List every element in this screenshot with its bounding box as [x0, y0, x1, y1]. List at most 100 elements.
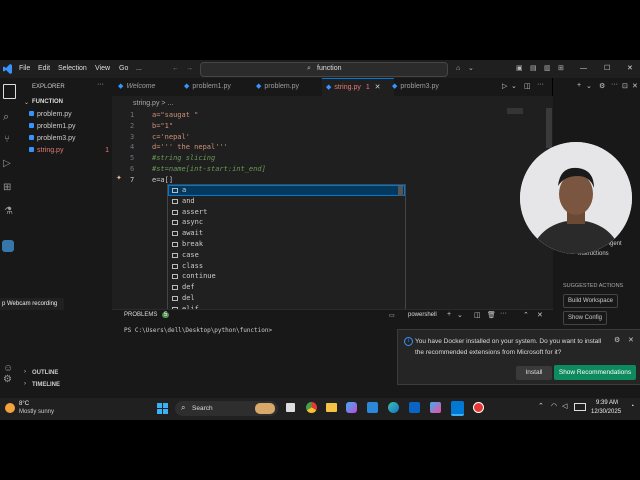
search-activity-icon[interactable]: ⌕	[3, 111, 9, 124]
copilot-app-icon[interactable]	[346, 402, 357, 413]
suggestion-item[interactable]: await	[168, 229, 396, 239]
notifications-icon[interactable]: ◔	[630, 403, 634, 410]
settings-gear-icon[interactable]: ⚙	[3, 374, 12, 385]
chevron-down-icon[interactable]: ⌄	[511, 82, 517, 90]
recording-icon[interactable]	[473, 402, 484, 413]
suggestion-item[interactable]: and	[168, 197, 396, 207]
tray-chevron-icon[interactable]: ⌃	[538, 402, 544, 410]
photos-icon[interactable]	[430, 402, 441, 413]
suggestion-item[interactable]: async	[168, 218, 396, 228]
code-line[interactable]: 4 d=''' the nepal'''	[112, 143, 512, 153]
taskbar-search[interactable]: ⌕ Search	[175, 401, 278, 416]
tab-problem[interactable]: ◆ problem.py	[256, 78, 299, 96]
more-actions-icon[interactable]: ···	[537, 81, 544, 88]
show-config-button[interactable]: Show Config	[563, 311, 608, 325]
suggestion-item[interactable]: del	[168, 294, 396, 304]
code-line[interactable]: 1 a="saugat "	[112, 111, 512, 121]
toggle-panel-icon[interactable]: ▤	[530, 60, 537, 78]
chevron-down-icon[interactable]: ⌄	[457, 311, 463, 319]
battery-icon[interactable]	[574, 403, 586, 411]
terminal-type[interactable]: powershell	[408, 312, 437, 318]
new-terminal-icon[interactable]: +	[447, 311, 451, 318]
explorer-icon[interactable]	[3, 84, 16, 99]
menu-view[interactable]: View	[95, 60, 110, 78]
weather-temp[interactable]: 8°C	[19, 401, 29, 407]
maximize-panel-icon[interactable]: ⌃	[523, 311, 529, 319]
suggestion-item[interactable]: break	[168, 240, 396, 250]
code-line[interactable]: 3 c='nepal'	[112, 133, 512, 143]
suggestion-item[interactable]: class	[168, 262, 396, 272]
source-control-icon[interactable]: ⑂	[4, 134, 10, 145]
task-view-icon[interactable]	[286, 403, 295, 412]
minimize-icon[interactable]: —	[580, 60, 587, 78]
mail-icon[interactable]	[409, 402, 420, 413]
code-line[interactable]: 5 #string slicing	[112, 154, 512, 164]
tab-problems[interactable]: PROBLEMS 5	[124, 312, 170, 318]
suggestion-item[interactable]: case	[168, 251, 396, 261]
new-chat-icon[interactable]: +	[577, 82, 581, 89]
windows-start-icon[interactable]	[157, 403, 168, 414]
breadcrumb[interactable]: string.py > ...	[133, 100, 173, 107]
minimap[interactable]	[507, 108, 523, 114]
maximize-icon[interactable]: ☐	[604, 60, 610, 78]
toggle-secondary-sidebar-icon[interactable]: ▥	[544, 60, 551, 78]
close-panel-icon[interactable]: ✕	[537, 311, 543, 319]
python-icon[interactable]	[2, 240, 14, 252]
clock-time[interactable]: 9:39 AM	[596, 400, 618, 406]
layout-icon[interactable]: ⊞	[558, 60, 564, 78]
wifi-icon[interactable]: ◠	[551, 402, 557, 410]
menu-more[interactable]: ...	[136, 60, 142, 78]
testing-icon[interactable]: ⚗	[4, 206, 13, 217]
suggestion-item[interactable]: assert	[168, 208, 396, 218]
weather-desc[interactable]: Mostly sunny	[19, 409, 54, 415]
folder-function[interactable]: FUNCTION	[32, 99, 63, 105]
show-recommendations-button[interactable]: Show Recommendations	[554, 365, 636, 380]
chevron-down-icon[interactable]: ⌄	[468, 60, 474, 78]
command-center-search[interactable]: ⌕ function	[200, 62, 448, 77]
account-icon[interactable]: ☺	[3, 363, 13, 374]
store-icon[interactable]	[367, 402, 378, 413]
close-tab-icon[interactable]: ✕	[375, 84, 381, 91]
volume-icon[interactable]: ◁	[562, 402, 567, 410]
menu-selection[interactable]: Selection	[58, 60, 87, 78]
tab-problem3[interactable]: ◆ problem3.py	[392, 78, 439, 96]
outline-section[interactable]: OUTLINE	[32, 370, 58, 376]
copilot-icon[interactable]: ⌂	[456, 60, 460, 78]
suggestion-item[interactable]: continue	[168, 272, 396, 282]
vscode-taskbar-icon[interactable]	[451, 401, 464, 416]
menu-file[interactable]: File	[19, 60, 30, 78]
suggestion-item[interactable]: a	[168, 186, 396, 196]
lightbulb-icon[interactable]: ✦	[116, 174, 122, 182]
extensions-icon[interactable]: ⊞	[3, 182, 11, 193]
tab-string-active[interactable]: ◆ string.py 1 ✕	[322, 78, 394, 97]
install-button[interactable]: Install	[516, 366, 552, 380]
edge-icon[interactable]	[388, 402, 399, 413]
tab-welcome[interactable]: ◆ Welcome	[118, 78, 155, 96]
tab-problem1[interactable]: ◆ problem1.py	[184, 78, 231, 96]
suggestion-item[interactable]: def	[168, 283, 396, 293]
timeline-section[interactable]: TIMELINE	[32, 382, 60, 388]
toggle-sidebar-icon[interactable]: ▣	[516, 60, 523, 78]
run-debug-icon[interactable]: ▷	[3, 158, 11, 169]
run-file-icon[interactable]: ▷	[502, 82, 507, 90]
split-terminal-icon[interactable]: ◫	[474, 311, 481, 319]
chevron-right-icon[interactable]: ›	[24, 369, 26, 375]
close-notification-icon[interactable]: ✕	[628, 336, 634, 344]
kill-terminal-icon[interactable]: 🗑	[487, 311, 496, 319]
menu-go[interactable]: Go	[119, 60, 128, 78]
suggest-scrollbar[interactable]	[398, 186, 403, 196]
code-line[interactable]: 2 b="1"	[112, 122, 512, 132]
more-actions-icon[interactable]: ···	[97, 81, 104, 88]
back-arrow-icon[interactable]: ←	[172, 60, 179, 78]
settings-gear-icon[interactable]: ⚙	[599, 82, 605, 90]
clock-date[interactable]: 12/30/2025	[591, 409, 621, 415]
more-actions-icon[interactable]: ···	[500, 310, 507, 317]
close-window-icon[interactable]: ✕	[627, 60, 633, 78]
chevron-down-icon[interactable]: ⌄	[586, 82, 592, 90]
file-item-string[interactable]: string.py 1	[29, 147, 109, 154]
build-workspace-button[interactable]: Build Workspace	[563, 294, 618, 308]
terminal-prompt[interactable]: PS C:\Users\dell\Desktop\python\function…	[124, 327, 272, 334]
forward-arrow-icon[interactable]: →	[186, 60, 193, 78]
file-item-problem3[interactable]: problem3.py	[29, 135, 76, 142]
editor-scrollbar[interactable]	[546, 108, 552, 148]
